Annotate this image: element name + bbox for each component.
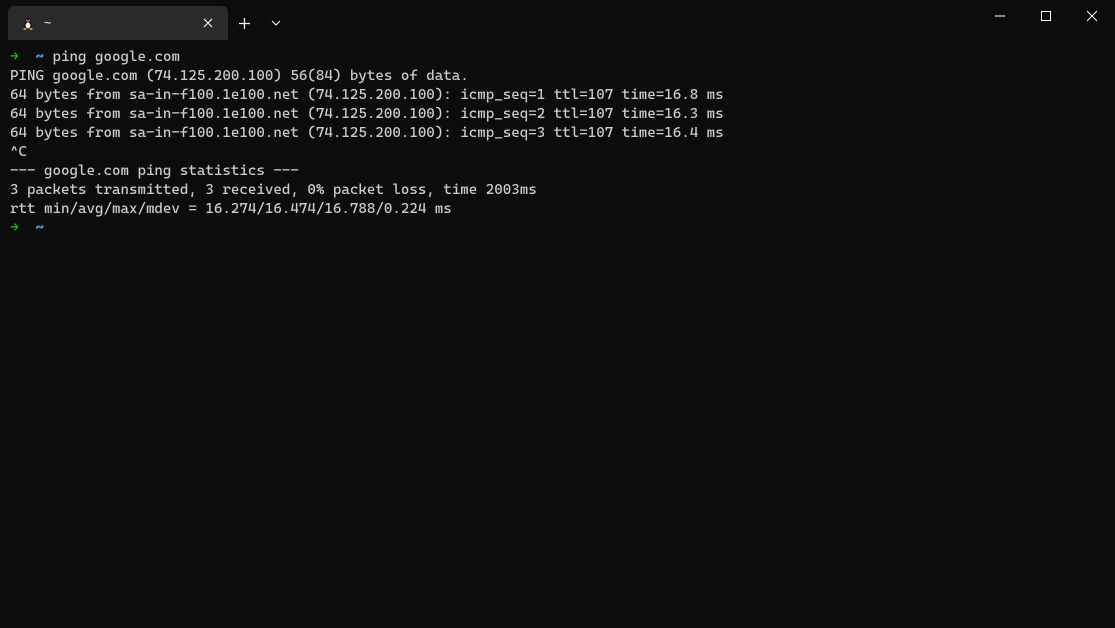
output-line: 64 bytes from sa-in-f100.1e100.net (74.1… [10,86,1105,105]
output-line: 64 bytes from sa-in-f100.1e100.net (74.1… [10,105,1105,124]
terminal-output[interactable]: → ~ ping google.comPING google.com (74.1… [0,40,1115,246]
output-line: --- google.com ping statistics --- [10,162,1105,181]
tab-title: ~ [44,16,198,30]
prompt-line: → ~ ping google.com [10,48,1105,67]
new-tab-button[interactable] [228,6,260,40]
output-line: 64 bytes from sa-in-f100.1e100.net (74.1… [10,124,1105,143]
tab-dropdown-button[interactable] [260,6,292,40]
window-controls [977,0,1115,32]
prompt-arrow-icon: → [10,220,19,236]
tux-icon [20,15,36,31]
output-line: PING google.com (74.125.200.100) 56(84) … [10,67,1105,86]
prompt-line: → ~ [10,219,1105,238]
output-line: ^C [10,143,1105,162]
minimize-button[interactable] [977,0,1023,32]
tab-strip: ~ [0,0,292,40]
output-line: rtt min/avg/max/mdev = 16.274/16.474/16.… [10,200,1105,219]
maximize-button[interactable] [1023,0,1069,32]
prompt-path: ~ [36,49,45,65]
tab-close-button[interactable] [198,13,218,33]
output-line: 3 packets transmitted, 3 received, 0% pa… [10,181,1105,200]
window-close-button[interactable] [1069,0,1115,32]
terminal-tab[interactable]: ~ [8,6,228,40]
prompt-path: ~ [36,220,45,236]
prompt-arrow-icon: → [10,49,19,65]
command-text: ping google.com [53,49,180,65]
titlebar: ~ [0,0,1115,40]
